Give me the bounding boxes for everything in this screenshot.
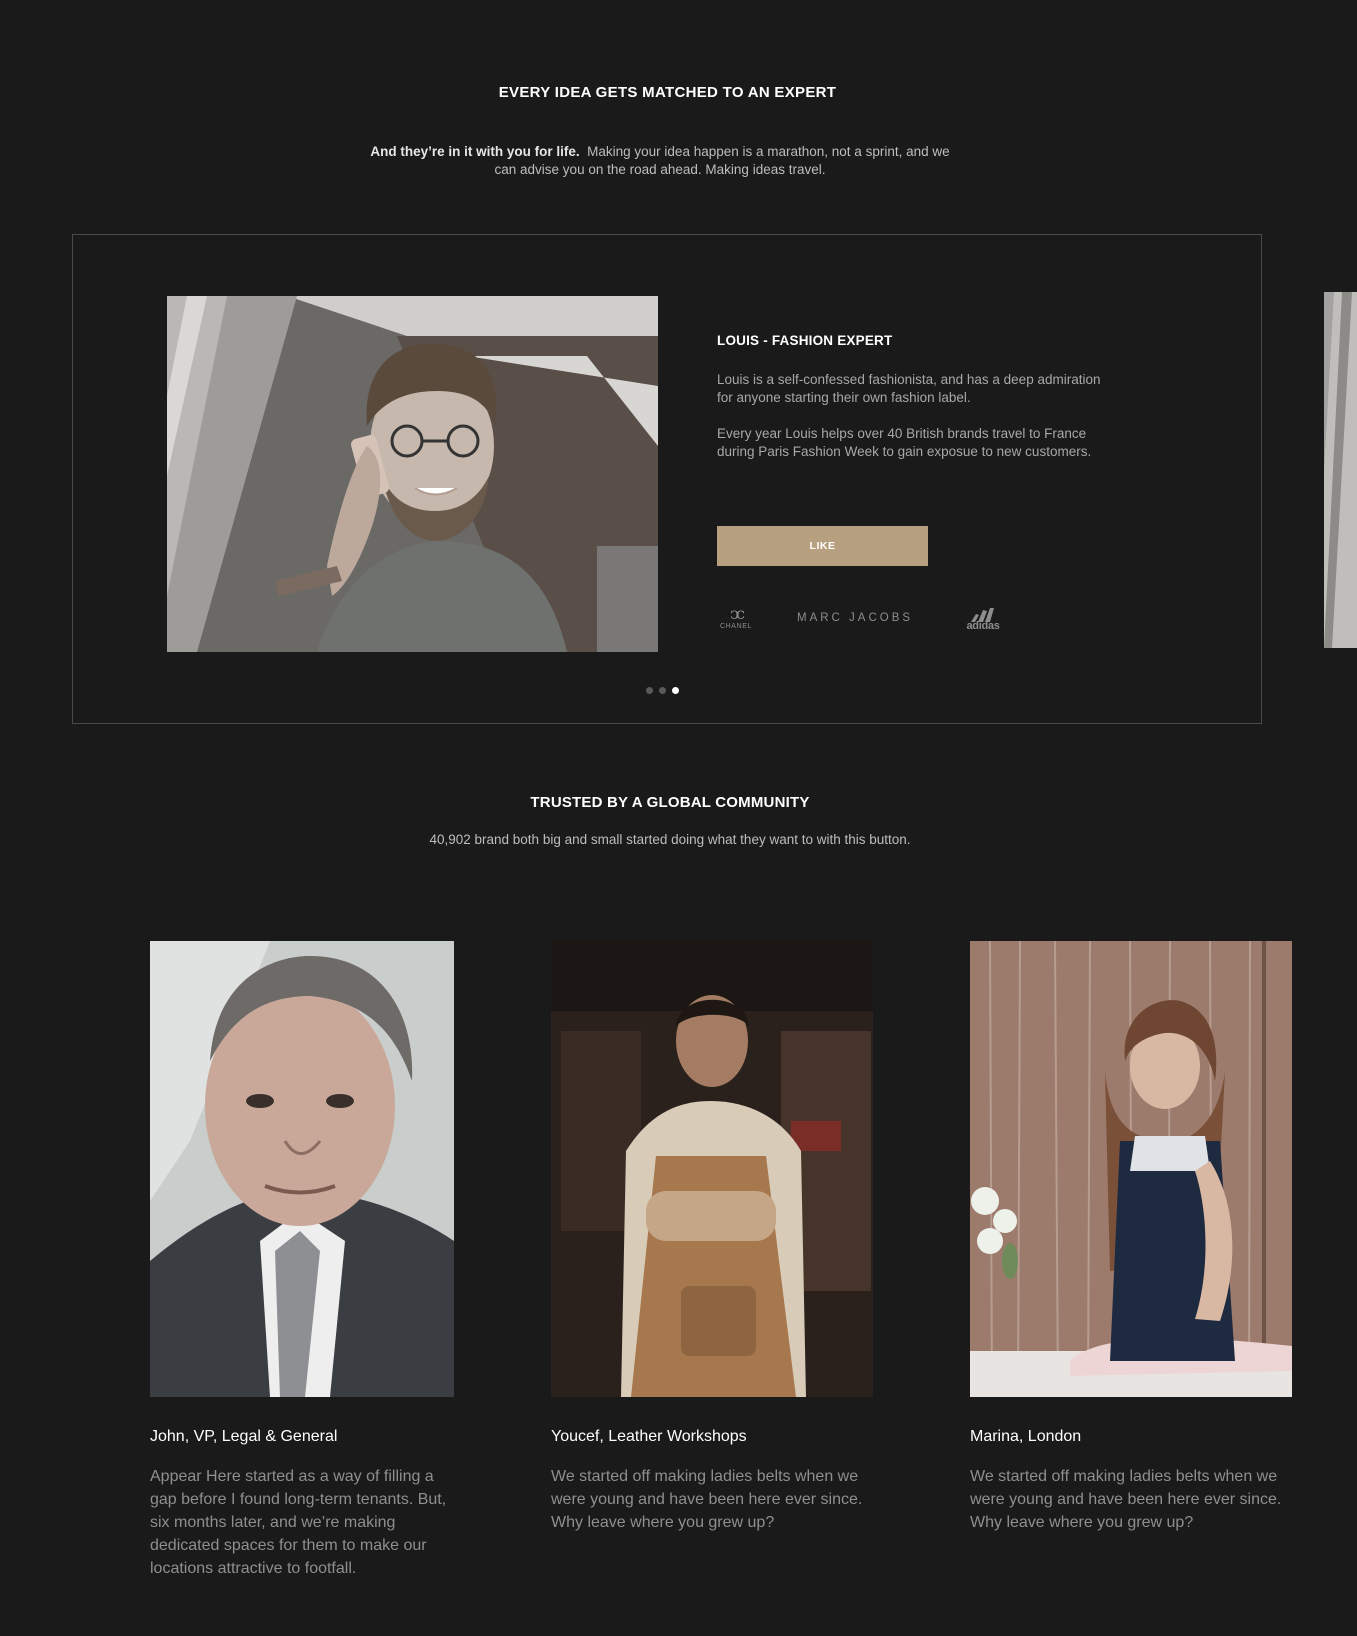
testimonial-quote-3: We started off making ladies belts when …: [970, 1468, 1282, 1531]
testimonial-quote-2: We started off making ladies belts when …: [551, 1468, 863, 1531]
testimonial-name-3: Marina, London: [970, 1428, 1082, 1445]
section-subtitle-experts: And they’re in it with you for life. Mak…: [360, 143, 960, 179]
testimonial-name-1: John, VP, Legal & General: [150, 1428, 338, 1445]
testimonial-quote-1: Appear Here started as a way of filling …: [150, 1468, 447, 1577]
marc-jacobs-logo: MARC JACOBS: [797, 612, 914, 624]
next-slide-preview[interactable]: [1324, 292, 1357, 648]
chanel-wordmark: CHANEL: [720, 623, 752, 630]
testimonial-photo-marina: [970, 941, 1292, 1397]
chanel-logo: ↄc CHANEL: [717, 604, 755, 631]
section-title-community: TRUSTED BY A GLOBAL COMMUNITY: [530, 794, 810, 811]
chanel-cc-icon: ↄc: [730, 604, 745, 623]
section-subtitle-community: 40,902 brand both big and small started …: [429, 832, 911, 847]
expert-description-1: Louis is a self-confessed fashionista, a…: [717, 372, 1101, 405]
expert-name-title: LOUIS - FASHION EXPERT: [717, 333, 893, 348]
like-button[interactable]: LIKE: [717, 526, 928, 566]
expert-photo: [167, 296, 658, 652]
testimonial-photo-youcef: [551, 941, 873, 1397]
testimonial-photo-john: [150, 941, 454, 1397]
carousel-dot-1[interactable]: [646, 687, 653, 695]
section-title-experts: EVERY IDEA GETS MATCHED TO AN EXPERT: [498, 84, 837, 101]
testimonial-name-2: Youcef, Leather Workshops: [551, 1428, 747, 1445]
adidas-wordmark: adidas: [966, 620, 1000, 632]
adidas-logo: adidas: [963, 608, 1003, 632]
expert-description-2: Every year Louis helps over 40 British b…: [717, 426, 1092, 459]
carousel-dot-3[interactable]: [672, 687, 679, 695]
subtitle-emphasis: And they’re in it with you for life.: [370, 144, 580, 159]
carousel-dot-2[interactable]: [659, 687, 666, 695]
carousel-pagination: [646, 682, 685, 700]
